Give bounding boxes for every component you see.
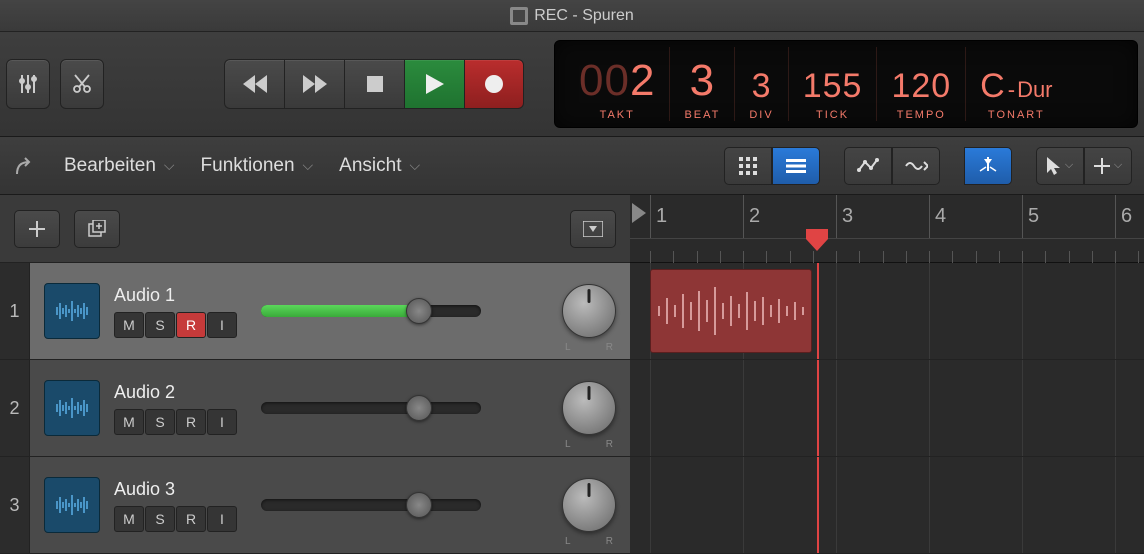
- snap-group: [964, 147, 1012, 185]
- mixer-button[interactable]: [6, 59, 50, 109]
- audio-track-icon: [44, 283, 100, 339]
- lcd-tonart[interactable]: C-Dur TONART: [966, 47, 1066, 121]
- window-titlebar: REC - Spuren: [0, 0, 1144, 32]
- track-name[interactable]: Audio 3: [114, 479, 237, 500]
- view-mode-group: [724, 147, 820, 185]
- flex-button[interactable]: [892, 147, 940, 185]
- title-prefix: REC: [534, 7, 568, 25]
- track-number[interactable]: 1: [0, 263, 30, 359]
- automation-group: [844, 147, 940, 185]
- track-menubar: Bearbeiten⌵ Funktionen⌵ Ansicht⌵ ⌵ ⌵: [0, 137, 1144, 195]
- tracks-area: 1Audio 1MSRILR2Audio 2MSRILR3Audio 3MSRI…: [0, 263, 1144, 553]
- pan-knob[interactable]: LR: [562, 478, 616, 532]
- grid-view-button[interactable]: [724, 147, 772, 185]
- stop-button[interactable]: [344, 59, 404, 109]
- track-name[interactable]: Audio 1: [114, 285, 237, 306]
- track-header[interactable]: Audio 3 MSRI LR: [30, 457, 630, 553]
- volume-thumb[interactable]: [406, 395, 432, 421]
- track-number[interactable]: 2: [0, 360, 30, 456]
- input-monitor-button[interactable]: I: [207, 506, 237, 532]
- track-number[interactable]: 3: [0, 457, 30, 553]
- playhead-line: [817, 263, 819, 359]
- record-button[interactable]: [464, 59, 524, 109]
- chevron-down-icon: ⌵: [164, 157, 175, 174]
- mute-button[interactable]: M: [114, 409, 144, 435]
- tool-group: ⌵ ⌵: [1036, 147, 1132, 185]
- bar-number: 2: [749, 205, 760, 228]
- solo-button[interactable]: S: [145, 409, 175, 435]
- lcd-display: 002 TAKT 3BEAT 3DIV 155TICK 120TEMPO C-D…: [554, 40, 1138, 128]
- back-arrow-icon[interactable]: [12, 150, 44, 182]
- record-enable-button[interactable]: R: [176, 506, 206, 532]
- functions-menu[interactable]: Funktionen⌵: [195, 151, 320, 181]
- chevron-down-icon: ⌵: [1114, 159, 1122, 172]
- lcd-tempo[interactable]: 120TEMPO: [877, 47, 966, 121]
- bar-number: 4: [935, 205, 946, 228]
- automation-button[interactable]: [844, 147, 892, 185]
- bar-number: 6: [1121, 205, 1132, 228]
- title-suffix: Spuren: [582, 7, 634, 25]
- global-tracks-button[interactable]: [570, 210, 616, 248]
- pan-knob[interactable]: LR: [562, 381, 616, 435]
- chevron-down-icon: ⌵: [1065, 159, 1073, 172]
- pan-knob[interactable]: LR: [562, 284, 616, 338]
- pointer-tool-button[interactable]: ⌵: [1036, 147, 1084, 185]
- playhead-marker[interactable]: [806, 229, 828, 251]
- mute-button[interactable]: M: [114, 506, 144, 532]
- track-header[interactable]: Audio 1 MSRI LR: [30, 263, 630, 359]
- track-row[interactable]: 3 Audio 3 MSRI LR: [0, 457, 1144, 554]
- audio-region[interactable]: [650, 269, 812, 353]
- lcd-takt[interactable]: 002 TAKT: [565, 47, 670, 121]
- add-track-button[interactable]: [14, 210, 60, 248]
- track-row[interactable]: 1 Audio 1 MSRI LR: [0, 263, 1144, 360]
- rewind-button[interactable]: [224, 59, 284, 109]
- volume-slider[interactable]: [261, 402, 481, 414]
- view-menu[interactable]: Ansicht⌵: [333, 151, 426, 181]
- add-tool-button[interactable]: ⌵: [1084, 147, 1132, 185]
- edit-menu[interactable]: Bearbeiten⌵: [58, 151, 181, 181]
- lcd-beat[interactable]: 3BEAT: [670, 47, 735, 121]
- track-lane[interactable]: [630, 263, 1144, 359]
- volume-thumb[interactable]: [406, 298, 432, 324]
- duplicate-track-button[interactable]: [74, 210, 120, 248]
- record-enable-button[interactable]: R: [176, 312, 206, 338]
- input-monitor-button[interactable]: I: [207, 409, 237, 435]
- track-row[interactable]: 2 Audio 2 MSRI LR: [0, 360, 1144, 457]
- track-lane[interactable]: [630, 457, 1144, 553]
- main-toolbar: 002 TAKT 3BEAT 3DIV 155TICK 120TEMPO C-D…: [0, 32, 1144, 137]
- volume-slider[interactable]: [261, 499, 481, 511]
- lcd-tick[interactable]: 155TICK: [789, 47, 878, 121]
- list-view-button[interactable]: [772, 147, 820, 185]
- bar-number: 1: [656, 205, 667, 228]
- input-monitor-button[interactable]: I: [207, 312, 237, 338]
- playhead-line: [817, 360, 819, 456]
- volume-slider[interactable]: [261, 305, 481, 317]
- track-header[interactable]: Audio 2 MSRI LR: [30, 360, 630, 456]
- bar-number: 5: [1028, 205, 1039, 228]
- scissors-button[interactable]: [60, 59, 104, 109]
- project-icon: [510, 7, 528, 25]
- audio-track-icon: [44, 477, 100, 533]
- chevron-down-icon: ⌵: [303, 157, 314, 174]
- transport-controls: [224, 59, 524, 109]
- bar-number: 3: [842, 205, 853, 228]
- forward-button[interactable]: [284, 59, 344, 109]
- chevron-down-icon: ⌵: [409, 157, 420, 174]
- play-button[interactable]: [404, 59, 464, 109]
- solo-button[interactable]: S: [145, 312, 175, 338]
- volume-thumb[interactable]: [406, 492, 432, 518]
- track-header-tools: [0, 195, 630, 263]
- lcd-div[interactable]: 3DIV: [735, 47, 788, 121]
- catch-playhead-button[interactable]: [964, 147, 1012, 185]
- record-enable-button[interactable]: R: [176, 409, 206, 435]
- playhead-line: [817, 457, 819, 553]
- track-name[interactable]: Audio 2: [114, 382, 237, 403]
- track-lane[interactable]: [630, 360, 1144, 456]
- solo-button[interactable]: S: [145, 506, 175, 532]
- audio-track-icon: [44, 380, 100, 436]
- timeline-ruler[interactable]: 1 2 3 4 5 6: [630, 195, 1144, 263]
- mute-button[interactable]: M: [114, 312, 144, 338]
